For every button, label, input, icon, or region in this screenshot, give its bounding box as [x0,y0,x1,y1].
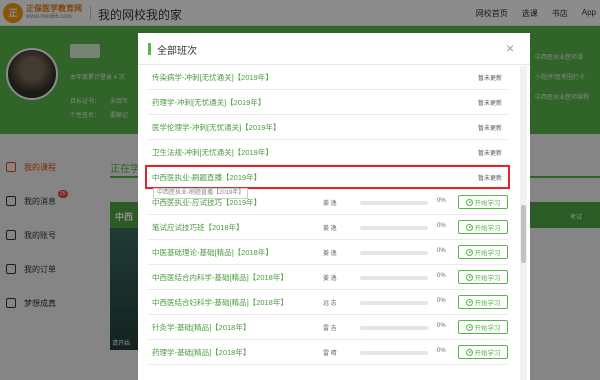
class-name-link[interactable]: 药理学-冲刺[无忧通关]【2019年】 [152,97,265,108]
play-icon [465,223,473,231]
class-list-modal: 全部班次 × 传染病学-冲刺[无忧通关]【2019年】 暂未更新 药理学-冲刺[… [138,33,530,380]
class-name-link[interactable]: 笔试应试技巧班【2018年】 [152,222,244,233]
progress-bar [360,301,428,305]
teacher-name: 雷 晴 [323,351,337,357]
play-icon [465,198,473,206]
start-learning-button[interactable]: 开始学习 [458,195,508,209]
play-icon [465,298,473,306]
start-learning-label: 开始学习 [474,225,501,232]
list-item: 中西医结合内科学-基础[精品]【2018年】 姜 逸 0% 开始学习 [148,265,508,290]
start-learning-label: 开始学习 [474,350,501,357]
teacher-name: 姜 逸 [323,276,337,282]
class-name-link[interactable]: 卫生法规-冲刺[无忧通关]【2019年】 [152,147,273,158]
start-learning-button[interactable]: 开始学习 [458,270,508,284]
modal-title: 全部班次 [157,46,197,57]
play-icon [465,323,473,331]
list-item: 针灸学-基础[精品]【2018年】 雷 吉 0% 开始学习 [148,315,508,340]
progress-percent: 0% [437,223,446,229]
list-item: 药理学-冲刺[无忧通关]【2019年】 暂未更新 [148,90,508,115]
class-name-link[interactable]: 中西医结合内科学-基础[精品]【2018年】 [152,272,288,283]
modal-scrollbar-thumb[interactable] [521,205,526,263]
start-learning-button[interactable]: 开始学习 [458,245,508,259]
teacher-name: 远 志 [323,301,337,307]
teacher-name: 姜 逸 [323,226,337,232]
progress-percent: 0% [437,348,446,354]
update-status: 暂未更新 [477,126,502,132]
class-name-link[interactable]: 中医基础理论-基础[精品]【2018年】 [152,247,273,258]
close-icon[interactable]: × [506,40,514,56]
progress-percent: 0% [437,198,446,204]
class-name-link[interactable]: 针灸学-基础[精品]【2018年】 [152,322,250,333]
list-item: 医学伦理学-冲刺[无忧通关]【2019年】 暂未更新 [148,115,508,140]
progress-percent: 0% [437,323,446,329]
progress-bar [360,226,428,230]
class-name-link[interactable]: 传染病学-冲刺[无忧通关]【2019年】 [152,72,273,83]
start-learning-label: 开始学习 [474,275,501,282]
start-learning-button[interactable]: 开始学习 [458,345,508,359]
start-learning-label: 开始学习 [474,325,501,332]
class-name-link[interactable]: 中西医结合妇科学-基础[精品]【2018年】 [152,297,288,308]
progress-bar [360,326,428,330]
progress-bar [360,201,428,205]
start-learning-button[interactable]: 开始学习 [458,320,508,334]
list-item: 卫生法规-冲刺[无忧通关]【2019年】 暂未更新 [148,140,508,165]
play-icon [465,273,473,281]
list-item: 中西医结合妇科学-基础[精品]【2018年】 远 志 0% 开始学习 [148,290,508,315]
update-status: 暂未更新 [477,101,502,107]
list-item: 中医基础理论-基础[精品]【2018年】 姜 逸 0% 开始学习 [148,240,508,265]
update-status: 暂未更新 [477,76,502,82]
progress-bar [360,351,428,355]
start-learning-label: 开始学习 [474,200,501,207]
tooltip: 中西医执业-刷题直播【2019年】 [153,188,249,199]
list-item: 药理学-基础[精品]【2018年】 雷 晴 0% 开始学习 [148,340,508,365]
highlight-box [145,165,510,189]
progress-bar [360,251,428,255]
start-learning-button[interactable]: 开始学习 [458,295,508,309]
play-icon [465,248,473,256]
progress-percent: 0% [437,298,446,304]
update-status: 暂未更新 [477,151,502,157]
list-item: 传染病学-冲刺[无忧通关]【2019年】 暂未更新 [148,65,508,90]
modal-header: 全部班次 × [138,33,530,65]
list-item: 笔试应试技巧班【2018年】 姜 逸 0% 开始学习 [148,215,508,240]
start-learning-label: 开始学习 [474,250,501,257]
teacher-name: 姜 逸 [323,201,337,207]
progress-percent: 0% [437,248,446,254]
progress-percent: 0% [437,273,446,279]
teacher-name: 雷 吉 [323,326,337,332]
progress-bar [360,276,428,280]
class-name-link[interactable]: 药理学-基础[精品]【2018年】 [152,347,250,358]
title-accent-bar [148,43,151,55]
teacher-name: 姜 逸 [323,251,337,257]
play-icon [465,348,473,356]
start-learning-label: 开始学习 [474,300,501,307]
class-name-link[interactable]: 医学伦理学-冲刺[无忧通关]【2019年】 [152,122,280,133]
start-learning-button[interactable]: 开始学习 [458,220,508,234]
